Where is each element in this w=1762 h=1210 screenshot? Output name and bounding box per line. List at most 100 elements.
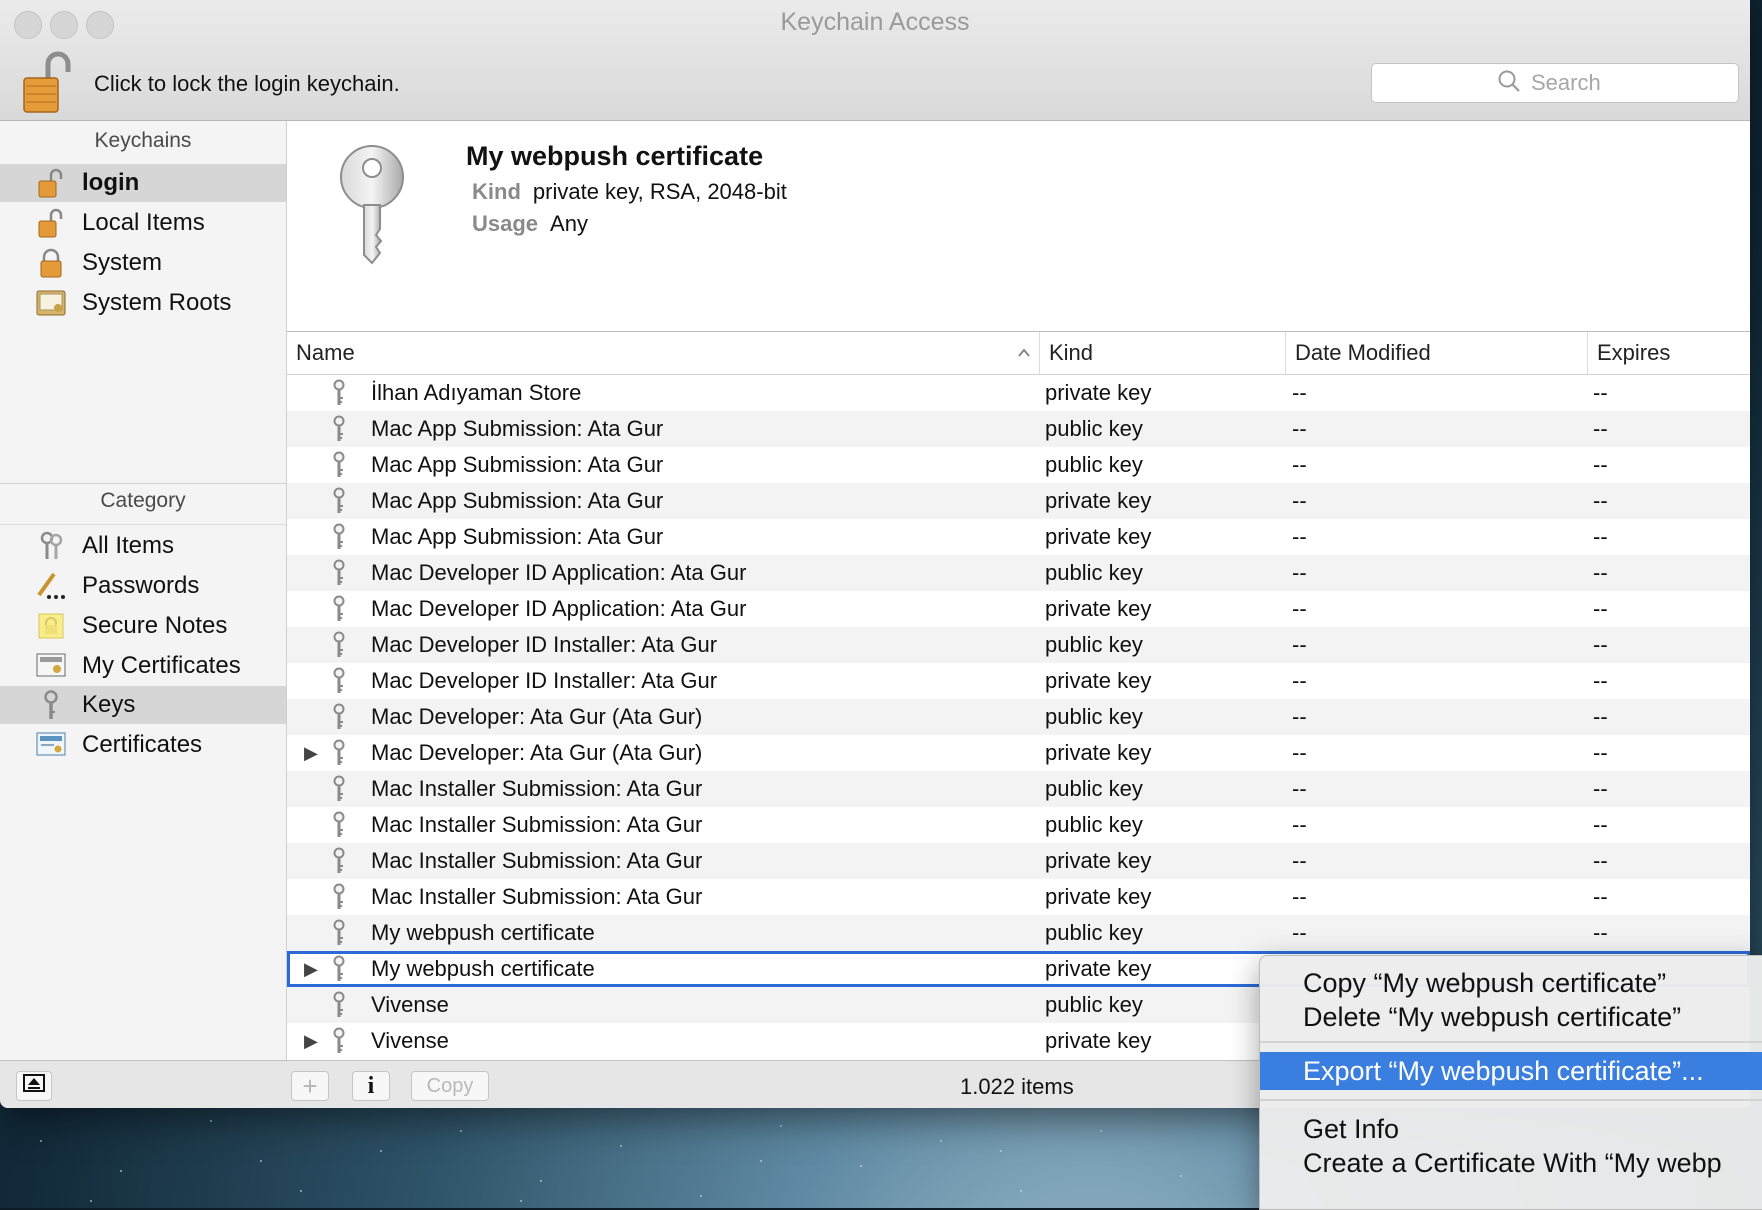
menu-item[interactable]: Create a Certificate With “My webp — [1260, 1144, 1762, 1182]
table-row[interactable]: Mac App Submission: Ata Gur public key -- -… — [287, 447, 1750, 483]
sidebar-item-label: My Certificates — [82, 652, 241, 679]
cell-date-modified: -- — [1292, 596, 1307, 621]
cell-date-modified: -- — [1292, 668, 1307, 693]
search-input[interactable] — [1529, 69, 1613, 97]
sidebar-item-label: Local Items — [82, 209, 205, 236]
table-row[interactable]: Mac Developer ID Application: Ata Gur pub… — [287, 555, 1750, 591]
cell-name: Mac Installer Submission: Ata Gur — [371, 884, 703, 909]
cell-date-modified: -- — [1292, 884, 1307, 909]
menu-separator — [1260, 1041, 1762, 1043]
cell-expires: -- — [1593, 740, 1608, 765]
table-header: Name Kind Date Modified Expires — [287, 332, 1750, 375]
table-row[interactable]: Mac App Submission: Ata Gur public key -- -… — [287, 411, 1750, 447]
plus-icon: + — [302, 1070, 318, 1101]
cell-expires: -- — [1593, 380, 1608, 405]
toggle-sidebar-button[interactable] — [16, 1071, 52, 1101]
window-title: Keychain Access — [780, 8, 970, 36]
sidebar-item-all-items[interactable]: All Items — [0, 527, 286, 565]
table-row[interactable]: Mac Developer: Ata Gur (Ata Gur) public k… — [287, 699, 1750, 735]
column-header-name[interactable]: Name — [287, 332, 1040, 374]
copy-button[interactable]: Copy — [411, 1071, 489, 1101]
cell-date-modified: -- — [1292, 848, 1307, 873]
key-icon — [328, 451, 350, 479]
cell-kind: public key — [1045, 776, 1143, 801]
table-row[interactable]: Mac Installer Submission: Ata Gur private… — [287, 843, 1750, 879]
cell-kind: private key — [1045, 740, 1152, 765]
cell-kind: public key — [1045, 560, 1143, 585]
sidebar-item-passwords[interactable]: Passwords — [0, 567, 286, 605]
sidebar-item-secure-notes[interactable]: Secure Notes — [0, 607, 286, 645]
get-info-button[interactable]: i — [352, 1071, 390, 1101]
sidebar-item-system[interactable]: System — [0, 244, 286, 282]
items-table: Name Kind Date Modified Expires İlhan Ad… — [287, 332, 1750, 1060]
table-row[interactable]: İlhan Adıyaman Store private key -- -- — [287, 375, 1750, 411]
key-icon — [328, 667, 350, 695]
cell-name: Mac Installer Submission: Ata Gur — [371, 776, 703, 801]
disclosure-triangle-icon[interactable]: ▶ — [304, 1023, 318, 1059]
sidebar-item-my-certificates[interactable]: My Certificates — [0, 647, 286, 685]
sidebar-item-system-roots[interactable]: System Roots — [0, 284, 286, 322]
star-decoration — [260, 1160, 262, 1162]
lock-keychain-label[interactable]: Click to lock the login keychain. — [94, 71, 400, 97]
star-decoration — [460, 1130, 462, 1132]
table-row[interactable]: Mac App Submission: Ata Gur private key --… — [287, 483, 1750, 519]
star-decoration — [1000, 1150, 1002, 1152]
cell-kind: private key — [1045, 956, 1152, 981]
keys-icon — [36, 531, 66, 561]
unlocked-padlock-icon[interactable] — [22, 50, 74, 114]
key-icon — [328, 775, 350, 803]
cell-kind: public key — [1045, 632, 1143, 657]
table-row[interactable]: Mac Developer ID Application: Ata Gur pri… — [287, 591, 1750, 627]
sidebar-item-label: Keys — [82, 691, 136, 718]
cell-kind: public key — [1045, 452, 1143, 477]
key-icon — [328, 955, 350, 983]
cell-date-modified: -- — [1292, 812, 1307, 837]
table-row[interactable]: Mac Installer Submission: Ata Gur public … — [287, 771, 1750, 807]
menu-item[interactable]: Copy “My webpush certificate” — [1260, 964, 1762, 1002]
star-decoration — [860, 1165, 862, 1167]
context-menu: Copy “My webpush certificate” Delete “My … — [1259, 955, 1762, 1210]
key-icon — [328, 847, 350, 875]
cell-date-modified: -- — [1292, 380, 1307, 405]
sidebar-item-keys[interactable]: Keys — [0, 686, 286, 724]
disclosure-triangle-icon[interactable]: ▶ — [304, 735, 318, 771]
star-decoration — [1020, 1190, 1022, 1192]
unlocked-padlock-icon — [36, 168, 66, 198]
table-row[interactable]: Mac Developer ID Installer: Ata Gur priva… — [287, 663, 1750, 699]
sidebar-item-label: Secure Notes — [82, 612, 228, 639]
table-row[interactable]: Mac App Submission: Ata Gur private key --… — [287, 519, 1750, 555]
table-row[interactable]: Mac Developer ID Installer: Ata Gur publi… — [287, 627, 1750, 663]
cell-name: Mac Installer Submission: Ata Gur — [371, 812, 703, 837]
sidebar-item-local-items[interactable]: Local Items — [0, 204, 286, 242]
cell-date-modified: -- — [1292, 776, 1307, 801]
table-row[interactable]: ▶ Mac Developer: Ata Gur (Ata Gur) private… — [287, 735, 1750, 771]
cell-expires: -- — [1593, 560, 1608, 585]
table-row[interactable]: Mac Installer Submission: Ata Gur public … — [287, 807, 1750, 843]
disclosure-triangle-icon[interactable]: ▶ — [304, 951, 318, 987]
titlebar: Keychain Access Click to lock the login … — [0, 0, 1750, 121]
detail-usage-value: Any — [550, 211, 588, 236]
table-row[interactable]: My webpush certificate public key -- -- — [287, 915, 1750, 951]
menu-item[interactable]: Delete “My webpush certificate” — [1260, 998, 1762, 1036]
sidebar-item-certificates[interactable]: Certificates — [0, 726, 286, 764]
menu-item[interactable]: Export “My webpush certificate”... — [1260, 1052, 1762, 1090]
key-icon — [328, 487, 350, 515]
column-header-date-modified[interactable]: Date Modified — [1286, 332, 1588, 374]
locked-padlock-icon — [36, 248, 66, 278]
menu-item[interactable]: Get Info — [1260, 1110, 1762, 1148]
column-header-kind[interactable]: Kind — [1040, 332, 1286, 374]
search-field[interactable] — [1371, 63, 1739, 103]
sidebar-item-login[interactable]: login — [0, 164, 286, 202]
cell-kind: public key — [1045, 704, 1143, 729]
column-header-label: Date Modified — [1295, 340, 1431, 365]
table-row[interactable]: Mac Installer Submission: Ata Gur private… — [287, 879, 1750, 915]
column-header-expires[interactable]: Expires — [1588, 332, 1750, 374]
add-item-button[interactable]: + — [291, 1071, 329, 1101]
detail-kind-value: private key, RSA, 2048-bit — [532, 179, 787, 204]
key-icon — [328, 703, 350, 731]
key-icon — [36, 690, 66, 720]
cell-name: Mac App Submission: Ata Gur — [371, 452, 664, 477]
certificate-cabinet-icon — [36, 288, 66, 318]
star-decoration — [940, 1140, 942, 1142]
cell-date-modified: -- — [1292, 416, 1307, 441]
